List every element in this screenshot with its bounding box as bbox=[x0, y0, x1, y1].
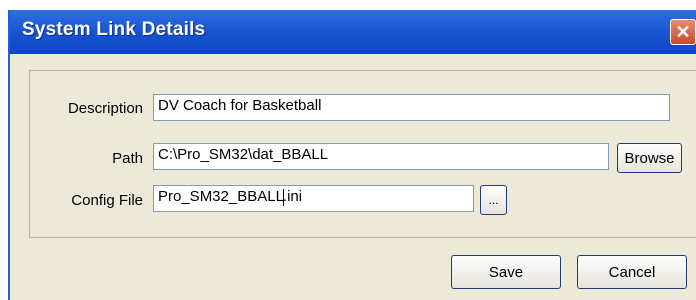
dialog-window: System Link Details ✕ Description DV Coa… bbox=[8, 10, 696, 300]
title-bar[interactable]: System Link Details ✕ bbox=[10, 10, 696, 54]
description-field[interactable]: DV Coach for Basketball bbox=[153, 94, 670, 121]
cancel-button[interactable]: Cancel bbox=[577, 255, 687, 289]
config-file-extension: .ini bbox=[282, 188, 303, 205]
browse-button[interactable]: Browse bbox=[617, 143, 682, 173]
config-file-field[interactable]: Pro_SM32_BBALL.ini bbox=[153, 185, 474, 212]
config-file-text: Pro_SM32_BBALL bbox=[158, 188, 284, 205]
description-label: Description bbox=[67, 100, 143, 117]
save-button[interactable]: Save bbox=[451, 255, 561, 289]
path-label: Path bbox=[112, 150, 143, 167]
path-field[interactable]: C:\Pro_SM32\dat_BBALL bbox=[153, 143, 609, 170]
close-button[interactable]: ✕ bbox=[670, 19, 696, 45]
dialog-title: System Link Details bbox=[22, 19, 206, 40]
ellipsis-button[interactable]: ... bbox=[480, 185, 507, 215]
config-file-label: Config File bbox=[71, 192, 143, 209]
close-icon: ✕ bbox=[675, 21, 691, 42]
